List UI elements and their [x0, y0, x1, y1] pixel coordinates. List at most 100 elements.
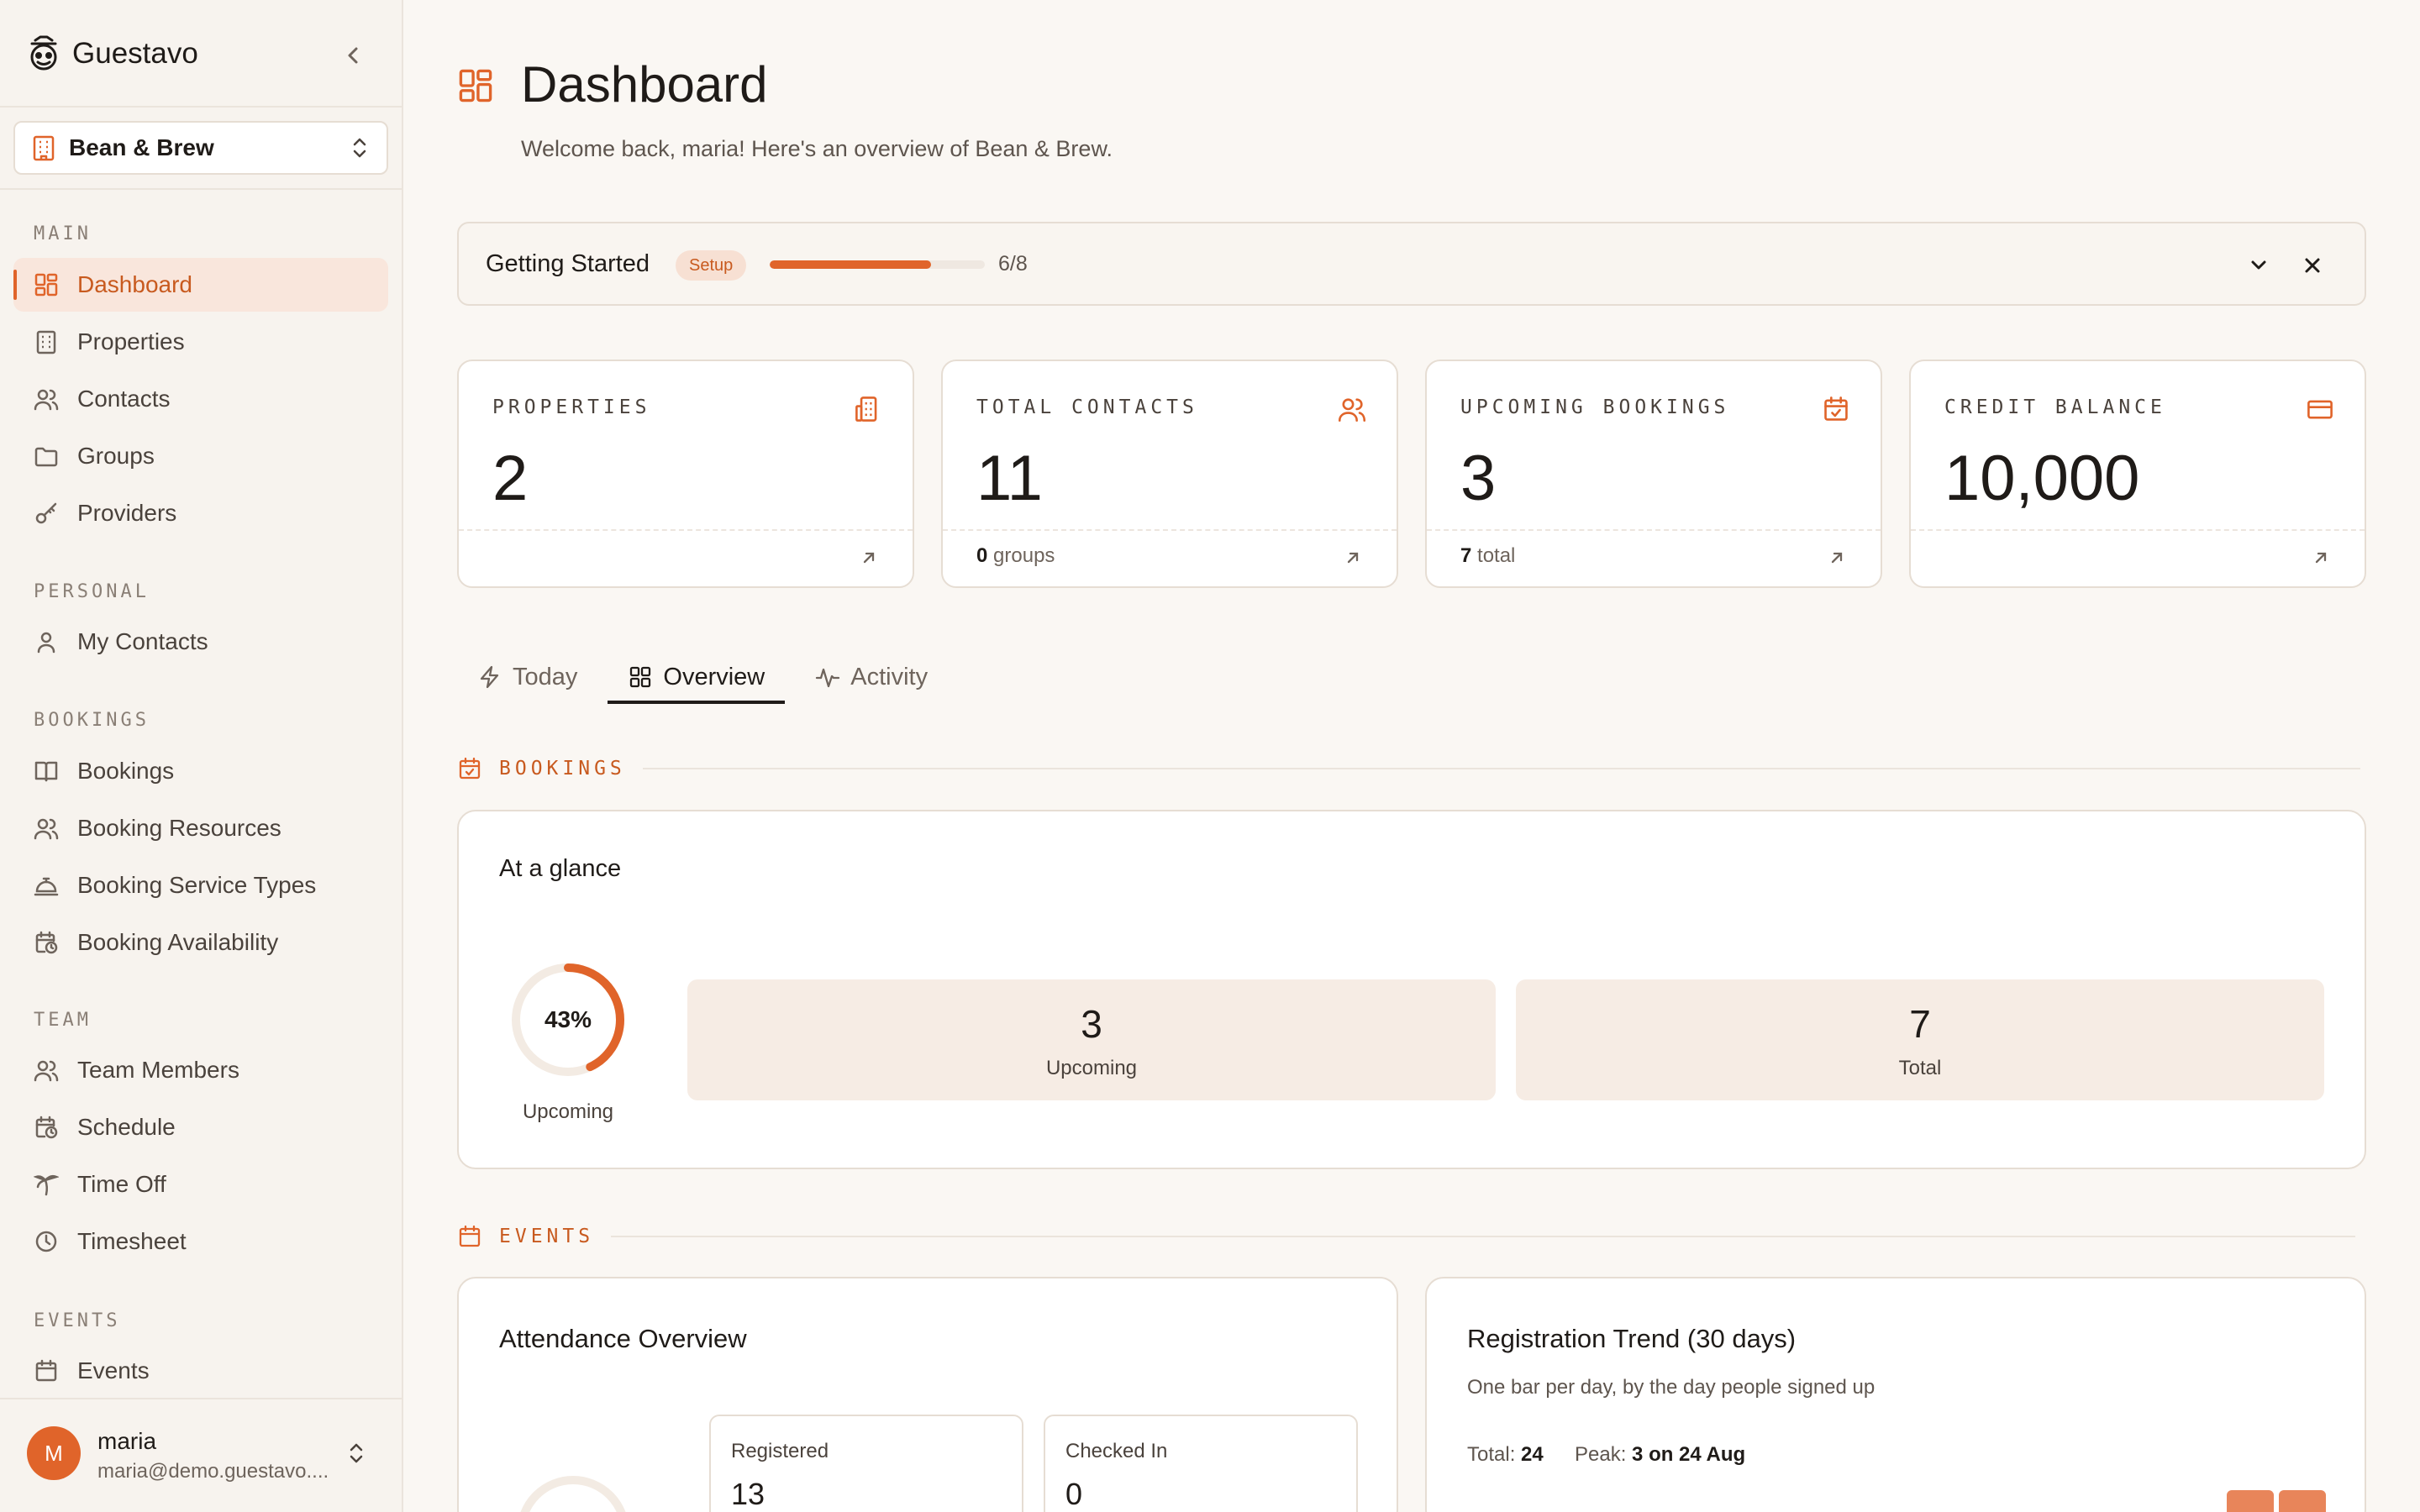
sidebar-item-label: Booking Availability: [77, 929, 279, 955]
stat-value: 3: [1460, 443, 1497, 514]
trend-total: Total: 24: [1467, 1443, 1544, 1467]
attendance-ring-chart: [520, 1476, 626, 1512]
trend-total-value: 24: [1521, 1443, 1544, 1466]
getting-started-title: Getting Started: [486, 250, 650, 277]
total-tile[interactable]: 7 Total: [1516, 979, 2324, 1100]
sidebar-item-time-off[interactable]: Time Off: [13, 1158, 388, 1211]
sidebar-item-my-contacts[interactable]: My Contacts: [13, 615, 388, 669]
chevron-down-icon[interactable]: [2244, 250, 2274, 281]
sidebar-item-dashboard[interactable]: Dashboard: [13, 258, 388, 312]
user-name: maria: [97, 1428, 157, 1454]
stat-card-properties[interactable]: PROPERTIES 2: [457, 360, 914, 588]
grid-icon: [457, 67, 494, 104]
tab-overview[interactable]: Overview: [608, 652, 786, 704]
stat-divider: [459, 529, 913, 531]
registered-box[interactable]: Registered 13: [709, 1415, 1023, 1512]
stat-label: UPCOMING BOOKINGS: [1460, 396, 1730, 418]
organization-name: Bean & Brew: [69, 134, 214, 160]
guestavo-logo-icon: [27, 35, 60, 72]
building-icon: [854, 395, 882, 423]
sidebar-item-label: Events: [77, 1357, 150, 1383]
stat-card-credit-balance[interactable]: CREDIT BALANCE 10,000: [1909, 360, 2366, 588]
stat-card-upcoming-bookings[interactable]: UPCOMING BOOKINGS 3 7 total: [1425, 360, 1882, 588]
stat-label: PROPERTIES: [492, 396, 651, 418]
getting-started-banner[interactable]: Getting Started Setup 6/8: [457, 222, 2366, 306]
stat-label: TOTAL CONTACTS: [976, 396, 1198, 418]
building-icon: [32, 134, 55, 161]
credit-card-icon: [2306, 395, 2334, 423]
tile-value: 3: [1081, 1002, 1102, 1046]
card-title: Registration Trend (30 days): [1467, 1324, 1797, 1353]
sidebar-item-label: Dashboard: [77, 271, 192, 297]
zap-icon: [477, 664, 502, 690]
stat-divider: [1427, 529, 1881, 531]
sidebar-item-properties[interactable]: Properties: [13, 315, 388, 369]
sidebar-item-bookings[interactable]: Bookings: [13, 744, 388, 798]
user-icon: [34, 629, 59, 654]
chevrons-up-down-icon: [350, 134, 370, 161]
sidebar-item-schedule[interactable]: Schedule: [13, 1100, 388, 1154]
checked-in-box[interactable]: Checked In 0: [1044, 1415, 1358, 1512]
user-menu[interactable]: M maria maria@demo.guestavo....: [0, 1398, 402, 1512]
trend-peak: Peak: 3 on 24 Aug: [1575, 1443, 1745, 1467]
setup-progress-fill: [770, 260, 931, 269]
box-value: 0: [1065, 1477, 1083, 1511]
nav-section-events: EVENTS: [34, 1310, 121, 1331]
sidebar-item-label: Contacts: [77, 386, 171, 412]
calendar-check-icon: [1822, 395, 1850, 423]
ring-value: 43%: [544, 1006, 592, 1032]
stat-foot-number: 0: [976, 544, 988, 567]
box-label: Registered: [731, 1440, 829, 1462]
sidebar-item-providers[interactable]: Providers: [13, 486, 388, 540]
organization-selector[interactable]: Bean & Brew: [13, 121, 388, 175]
tab-label: Today: [513, 663, 578, 690]
collapse-sidebar-button[interactable]: [336, 39, 370, 72]
stat-value: 11: [976, 443, 1043, 514]
stat-label: CREDIT BALANCE: [1944, 396, 2166, 418]
stat-divider: [943, 529, 1397, 531]
card-subtitle: One bar per day, by the day people signe…: [1467, 1376, 1876, 1399]
upcoming-tile[interactable]: 3 Upcoming: [687, 979, 1496, 1100]
sidebar-item-booking-availability[interactable]: Booking Availability: [13, 916, 388, 969]
trend-total-label: Total:: [1467, 1443, 1516, 1466]
stat-footnote: 7 total: [1460, 544, 1515, 568]
users-icon: [34, 386, 59, 412]
box-label: Checked In: [1065, 1440, 1168, 1462]
calendar-icon: [34, 1358, 59, 1383]
sidebar-item-label: Schedule: [77, 1114, 176, 1140]
user-email: maria@demo.guestavo....: [97, 1460, 329, 1483]
arrow-up-right-icon[interactable]: [2311, 548, 2331, 568]
dashboard-tabs: Today Overview Activity: [457, 652, 948, 704]
sidebar-item-label: Team Members: [77, 1057, 239, 1083]
registration-trend-card: Registration Trend (30 days) One bar per…: [1425, 1277, 2366, 1512]
sidebar-item-booking-resources[interactable]: Booking Resources: [13, 801, 388, 855]
arrow-up-right-icon[interactable]: [859, 548, 879, 568]
arrow-up-right-icon[interactable]: [1827, 548, 1847, 568]
sidebar-item-groups[interactable]: Groups: [13, 429, 388, 483]
page-subtitle: Welcome back, maria! Here's an overview …: [521, 136, 1113, 161]
brand[interactable]: Guestavo: [27, 34, 198, 74]
sidebar-item-events[interactable]: Events: [13, 1344, 388, 1398]
concierge-bell-icon: [34, 873, 59, 898]
stat-divider: [1911, 529, 2365, 531]
sidebar-item-booking-service-types[interactable]: Booking Service Types: [13, 858, 388, 912]
trend-peak-value: 3 on 24 Aug: [1632, 1443, 1746, 1466]
chevrons-up-down-icon: [346, 1440, 366, 1467]
section-divider: [611, 1236, 2356, 1237]
sidebar-divider: [0, 188, 402, 190]
ring-label: Upcoming: [522, 1100, 614, 1123]
arrow-up-right-icon[interactable]: [1343, 548, 1363, 568]
page-title: Dashboard: [521, 56, 768, 113]
users-icon: [34, 1058, 59, 1083]
tab-today[interactable]: Today: [457, 652, 597, 702]
tab-label: Overview: [663, 663, 765, 690]
ring-track: [520, 1476, 626, 1512]
tab-activity[interactable]: Activity: [795, 652, 948, 702]
close-icon[interactable]: [2297, 250, 2328, 281]
stat-card-total-contacts[interactable]: TOTAL CONTACTS 11 0 groups: [941, 360, 1398, 588]
nav-section-bookings: BOOKINGS: [34, 710, 150, 731]
sidebar-item-team-members[interactable]: Team Members: [13, 1043, 388, 1097]
sidebar-item-contacts[interactable]: Contacts: [13, 372, 388, 426]
users-icon: [34, 816, 59, 841]
sidebar-item-timesheet[interactable]: Timesheet: [13, 1215, 388, 1268]
